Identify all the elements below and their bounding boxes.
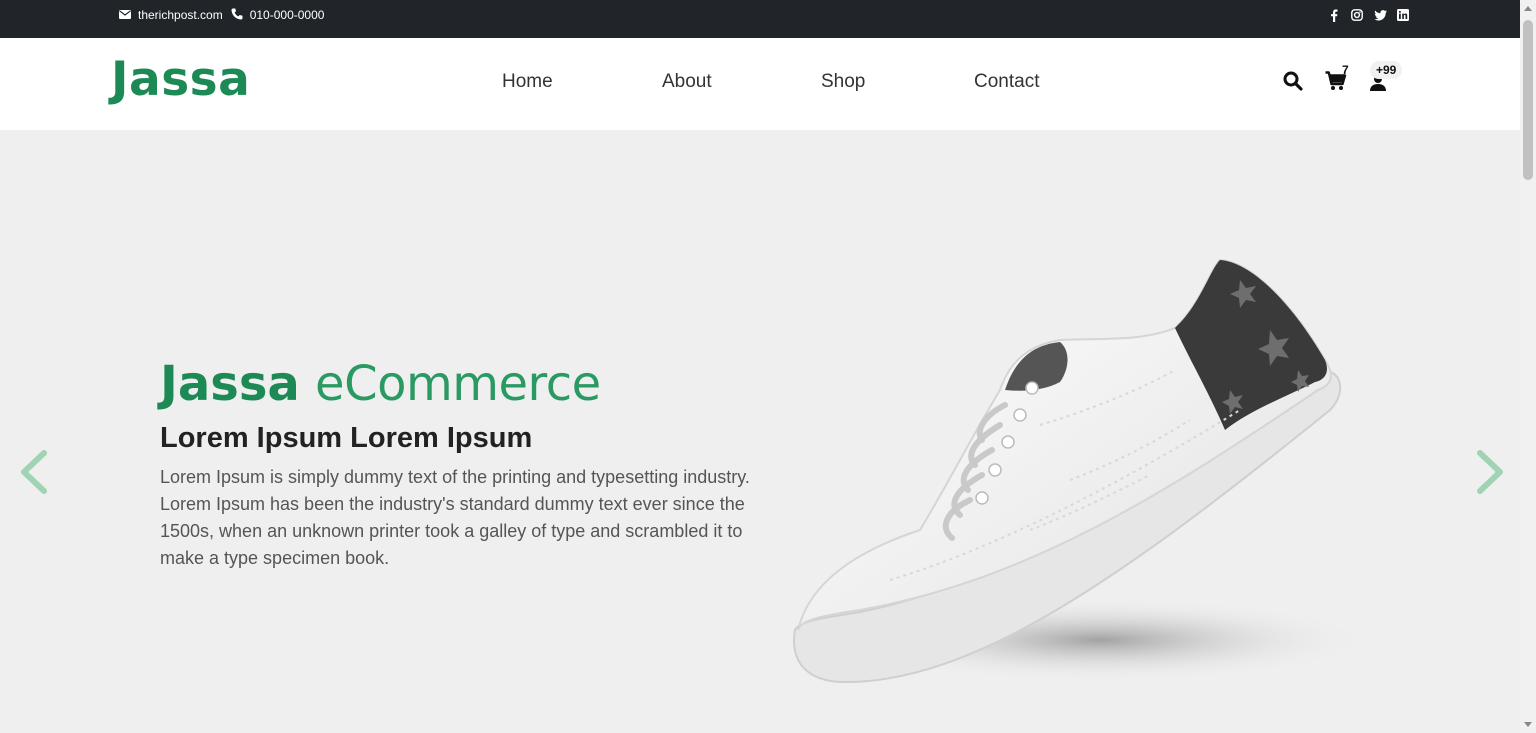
phone-item[interactable]: 010-000-0000: [231, 8, 325, 23]
search-icon[interactable]: [1283, 71, 1303, 96]
carousel-next-button[interactable]: [1470, 448, 1510, 498]
top-info-bar: therichpost.com 010-000-0000: [0, 0, 1520, 38]
hero-title-light: eCommerce: [315, 356, 601, 412]
brand-logo[interactable]: Jassa: [111, 52, 250, 107]
linkedin-icon[interactable]: [1396, 8, 1410, 22]
instagram-icon[interactable]: [1350, 8, 1364, 22]
phone-icon: [231, 8, 243, 23]
sneaker-image: [793, 258, 1370, 684]
chevron-left-icon: [21, 450, 47, 494]
page-scrollbar[interactable]: [1520, 0, 1536, 733]
hero-title-bold: Jassa: [160, 356, 300, 412]
phone-text: 010-000-0000: [249, 8, 325, 22]
email-item[interactable]: therichpost.com: [119, 8, 223, 22]
hero-description: Lorem Ipsum is simply dummy text of the …: [160, 467, 750, 568]
nav-link-shop[interactable]: Shop: [821, 71, 865, 93]
nav-link-home[interactable]: Home: [502, 71, 553, 93]
nav-link-about[interactable]: About: [662, 71, 712, 93]
main-navbar: Jassa Home About Shop Contact 7 +99: [0, 38, 1520, 130]
twitter-icon[interactable]: [1373, 8, 1387, 22]
email-text: therichpost.com: [138, 8, 223, 22]
hero-carousel: Jassa eCommerce Lorem Ipsum Lorem Ipsum …: [0, 130, 1520, 733]
scroll-down-icon[interactable]: [1524, 722, 1532, 727]
envelope-icon: [119, 8, 131, 22]
hero-title: Jassa eCommerce: [160, 356, 601, 412]
hero-subtitle: Lorem Ipsum Lorem Ipsum: [160, 422, 533, 454]
user-count-badge: +99: [1370, 61, 1403, 79]
chevron-right-icon: [1477, 450, 1503, 494]
scroll-up-icon[interactable]: [1524, 6, 1532, 11]
facebook-icon[interactable]: [1327, 8, 1341, 22]
cart-count-badge: 7: [1342, 63, 1349, 77]
contact-info: therichpost.com 010-000-0000: [119, 0, 332, 30]
social-links: [1318, 0, 1410, 30]
nav-link-contact[interactable]: Contact: [974, 71, 1039, 93]
carousel-prev-button[interactable]: [14, 448, 54, 498]
scrollbar-thumb[interactable]: [1523, 20, 1533, 180]
